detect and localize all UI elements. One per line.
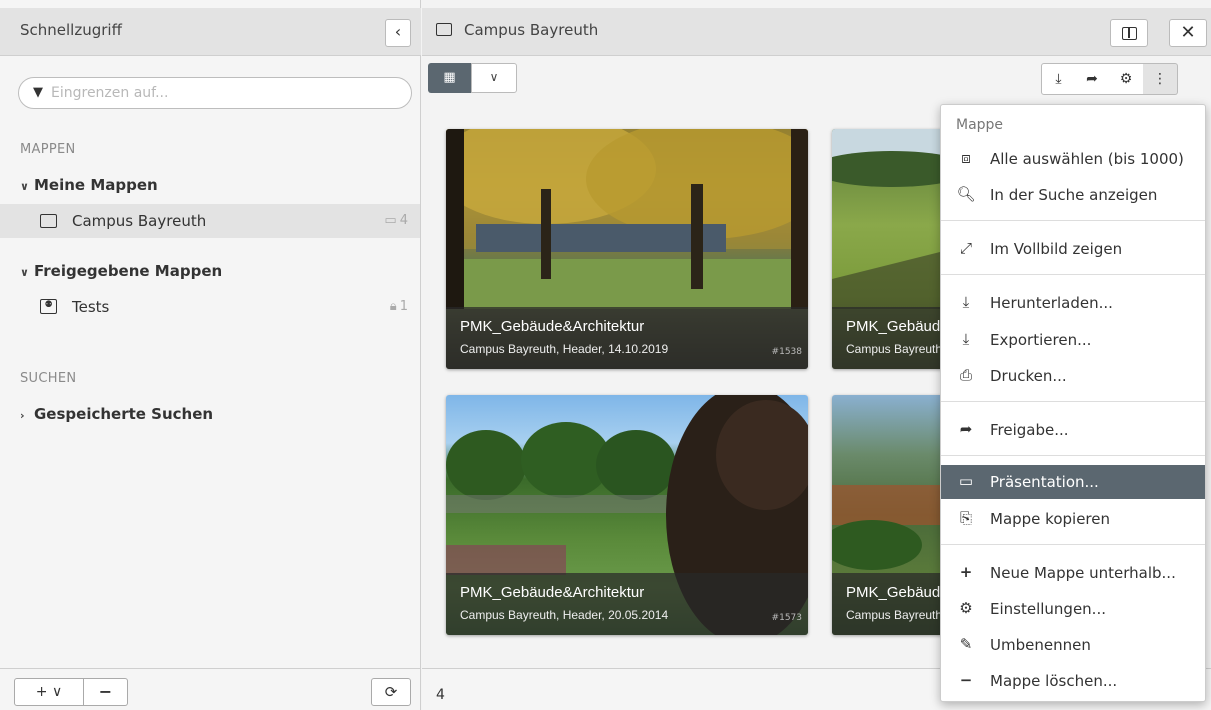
- group-meine-mappen[interactable]: ∨ Meine Mappen: [20, 176, 158, 194]
- chevron-down-icon: ∨: [20, 180, 29, 193]
- share-icon: ➦: [959, 420, 973, 438]
- chevron-right-icon: ›: [20, 409, 25, 422]
- add-folder-button[interactable]: + ∨: [14, 678, 84, 706]
- sidebar-item-tests[interactable]: ⚉ Tests 🔒︎ 1: [0, 290, 420, 324]
- search-icon: 🔍︎: [956, 185, 976, 203]
- split-view-button[interactable]: [1110, 19, 1148, 47]
- minus-icon: −: [959, 671, 973, 689]
- more-button[interactable]: ⋮: [1143, 63, 1178, 95]
- lock-icon: 🔒︎: [389, 299, 397, 314]
- sidebar-item-label: Tests: [72, 298, 110, 316]
- collapse-sidebar-button[interactable]: ‹: [385, 19, 411, 47]
- menu-divider: [941, 274, 1205, 275]
- sidebar-title: Schnellzugriff: [20, 21, 122, 39]
- download-icon: ⤓: [962, 293, 970, 311]
- group-freigegebene-mappen[interactable]: ∨ Freigegebene Mappen: [20, 262, 222, 280]
- sidebar: Schnellzugriff ‹ ▼ MAPPEN ∨Meine Mappen …: [0, 0, 421, 710]
- group-gespeicherte-suchen[interactable]: › Gespeicherte Suchen: [20, 405, 213, 423]
- print-icon: ⎙: [959, 366, 972, 384]
- chevron-left-icon: ‹: [394, 22, 402, 41]
- context-menu: Mappe ⧈ Alle auswählen (bis 1000) 🔍︎ In de…: [940, 104, 1206, 702]
- menu-header: Mappe: [956, 117, 1004, 133]
- card-id: #1538: [771, 347, 802, 357]
- share-icon: ➦: [1086, 71, 1098, 87]
- menu-divider: [941, 544, 1205, 545]
- grid-view-button[interactable]: ▦: [428, 63, 471, 93]
- select-all-icon: ⧈: [961, 149, 971, 167]
- card-subtitle: Campus Bayreuth, Header, 20.05.2014: [460, 608, 669, 622]
- presentation-icon: ▭: [384, 213, 397, 228]
- image-card[interactable]: PMK_Gebäude&Architektur Campus Bayreuth,…: [446, 395, 808, 635]
- close-icon: ✕: [1180, 22, 1196, 43]
- sidebar-item-label: Campus Bayreuth: [72, 212, 207, 230]
- chevron-down-icon: ∨: [20, 266, 29, 279]
- shared-folder-icon: ⚉: [40, 299, 57, 314]
- filter-input[interactable]: [51, 83, 391, 103]
- share-button[interactable]: ➦: [1075, 63, 1110, 95]
- card-subtitle: Campus Bayreuth, Header, 14.10.2019: [460, 342, 669, 356]
- menu-item-print[interactable]: ⎙ Drucken...: [941, 359, 1205, 393]
- group-label: Gespeicherte Suchen: [34, 405, 214, 423]
- split-view-icon: [1122, 27, 1137, 40]
- menu-divider: [941, 220, 1205, 221]
- sidebar-header: Schnellzugriff ‹: [0, 8, 421, 56]
- menu-item-show-in-search[interactable]: 🔍︎ In der Suche anzeigen: [941, 178, 1205, 212]
- card-caption: PMK_Gebäude&Architektur Campus Bayreuth,…: [446, 307, 808, 369]
- refresh-button[interactable]: ⟳: [371, 678, 411, 706]
- item-count: 🔒︎ 1: [389, 299, 408, 314]
- folder-icon: [436, 23, 452, 36]
- card-caption: PMK_Gebäude&Architektur Campus Bayreuth,…: [446, 573, 808, 635]
- filter-icon: ▼: [33, 85, 43, 100]
- fullscreen-icon: ⤢: [959, 239, 972, 257]
- sidebar-footer: + ∨ − ⟳: [0, 668, 421, 710]
- group-label: Freigegebene Mappen: [34, 262, 223, 280]
- group-label: Meine Mappen: [34, 176, 158, 194]
- menu-item-copy-folder[interactable]: ⎘ Mappe kopieren: [941, 502, 1205, 536]
- menu-item-share[interactable]: ➦ Freigabe...: [941, 413, 1205, 447]
- card-title: PMK_Gebäude&Architektur: [460, 584, 645, 601]
- plus-icon: +: [959, 563, 973, 581]
- card-id: #1573: [771, 613, 802, 623]
- menu-item-download[interactable]: ⤓ Herunterladen...: [941, 286, 1205, 320]
- edit-icon: ✎: [959, 635, 973, 653]
- menu-divider: [941, 455, 1205, 456]
- export-icon: ⤓: [962, 330, 970, 348]
- filter-field[interactable]: ▼: [18, 77, 412, 109]
- menu-item-presentation[interactable]: ▭ Präsentation...: [941, 465, 1205, 499]
- menu-item-rename[interactable]: ✎ Umbenennen: [941, 628, 1205, 662]
- section-heading-suchen: SUCHEN: [20, 371, 77, 386]
- copy-icon: ⎘: [959, 509, 972, 527]
- toolbar: ▦ ∨ ⤓ ➦ ⚙ ⋮: [422, 57, 1211, 102]
- settings-button[interactable]: ⚙: [1109, 63, 1144, 95]
- menu-item-select-all[interactable]: ⧈ Alle auswählen (bis 1000): [941, 142, 1205, 176]
- download-button[interactable]: ⤓: [1041, 63, 1076, 95]
- section-heading-mappen: MAPPEN: [20, 142, 76, 157]
- menu-item-export[interactable]: ⤓ Exportieren...: [941, 323, 1205, 357]
- sidebar-item-campus-bayreuth[interactable]: Campus Bayreuth ▭ 4: [0, 204, 420, 238]
- item-count: ▭ 4: [384, 213, 408, 228]
- gear-icon: ⚙: [1119, 71, 1133, 87]
- chevron-down-icon: ∨: [489, 70, 499, 84]
- page-title: Campus Bayreuth: [464, 21, 599, 39]
- item-count: 4: [436, 687, 445, 703]
- folder-icon: [40, 214, 57, 228]
- menu-divider: [941, 401, 1205, 402]
- menu-item-fullscreen[interactable]: ⤢ Im Vollbild zeigen: [941, 232, 1205, 266]
- close-button[interactable]: ✕: [1169, 19, 1207, 47]
- menu-item-settings[interactable]: ⚙ Einstellungen...: [941, 592, 1205, 626]
- download-icon: ⤓: [1055, 71, 1062, 87]
- remove-folder-button[interactable]: −: [84, 678, 128, 706]
- gear-icon: ⚙: [959, 599, 973, 617]
- main-header: Campus Bayreuth ✕: [422, 8, 1211, 56]
- presentation-icon: ▭: [958, 472, 974, 490]
- grid-icon: ▦: [443, 70, 456, 85]
- more-vertical-icon: ⋮: [1153, 71, 1167, 87]
- card-title: PMK_Gebäude&Architektur: [460, 318, 645, 335]
- menu-item-new-subfolder[interactable]: + Neue Mappe unterhalb...: [941, 556, 1205, 590]
- image-card[interactable]: PMK_Gebäude&Architektur Campus Bayreuth,…: [446, 129, 808, 369]
- menu-item-delete-folder[interactable]: − Mappe löschen...: [941, 664, 1205, 698]
- view-dropdown[interactable]: ∨: [471, 63, 517, 93]
